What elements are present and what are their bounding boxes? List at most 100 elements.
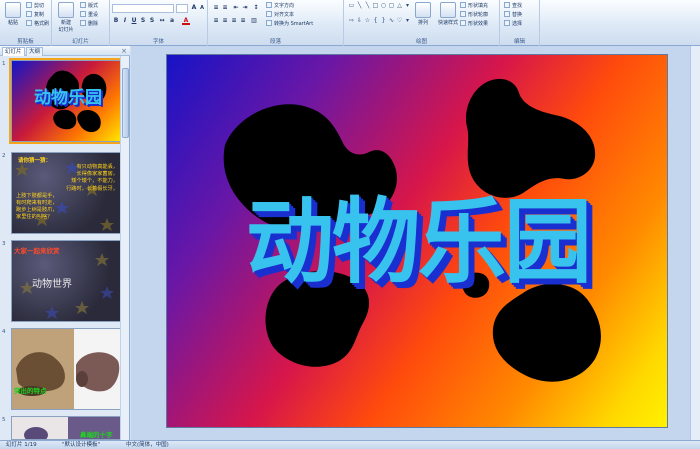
- arrange-button[interactable]: 排列: [412, 2, 434, 26]
- more-shapes-icon[interactable]: ▾: [404, 17, 411, 24]
- theme-name: "默认设计模板": [62, 442, 101, 448]
- scissors-icon: [26, 2, 32, 8]
- drawing-group: ▭ ╲ ╲ □ ○ ▢ △ ▾ ⇨ ⇩ ☆{} ∿ ♡ ▾ 排列 快速样式 形状填充 形状轮廓 形状效果…: [344, 0, 500, 46]
- language: 中文(简体，中国): [126, 442, 169, 448]
- columns-icon[interactable]: ▥: [250, 17, 258, 25]
- italic-button[interactable]: I: [121, 17, 129, 25]
- slide-thumbnail-3[interactable]: 大家一起来欣赏 动物世界: [11, 240, 121, 322]
- slide-number: 4: [2, 329, 6, 335]
- star-shape-icon[interactable]: ☆: [364, 17, 371, 24]
- text-box-shape-icon[interactable]: ▭: [348, 2, 355, 9]
- layout-icon: [80, 2, 86, 8]
- slide-thumbnail-5[interactable]: 鼻端的十字: [11, 416, 121, 440]
- layout-button[interactable]: 版式: [80, 2, 98, 10]
- rect-shape-icon[interactable]: □: [372, 2, 379, 9]
- grow-font-icon[interactable]: A: [190, 4, 198, 12]
- brush-icon: [26, 20, 32, 26]
- find-button[interactable]: 查找: [504, 2, 522, 10]
- align-text-icon: [266, 11, 272, 17]
- powerpoint-window: 粘贴 剪切 复制 格式刷 剪贴板 新建 幻灯片 版式 重设 删除 幻灯片 A A…: [0, 0, 700, 449]
- clipboard-label: 剪贴板: [17, 39, 34, 45]
- line-shape-icon[interactable]: ╲: [356, 2, 363, 9]
- riddle-line: 上肢下肢都是手，: [16, 192, 58, 199]
- brace-shape-icon[interactable]: {: [372, 17, 379, 24]
- replace-button[interactable]: 替换: [504, 11, 522, 19]
- align-right-icon[interactable]: ≡: [230, 17, 238, 25]
- oval-shape-icon[interactable]: ○: [380, 2, 387, 9]
- font-name-combo[interactable]: [112, 4, 174, 13]
- line-shape-icon[interactable]: ╲: [364, 2, 371, 9]
- fill-bucket-icon: [460, 2, 466, 8]
- heart-shape-icon[interactable]: ♡: [396, 17, 403, 24]
- curve-shape-icon[interactable]: ∿: [388, 17, 395, 24]
- slide-title[interactable]: 动物乐园: [167, 168, 667, 301]
- shadow-button[interactable]: S: [148, 17, 156, 25]
- align-center-icon[interactable]: ≡: [221, 17, 229, 25]
- shape-effects-button[interactable]: 形状效果: [460, 20, 488, 28]
- arrow-shape-icon[interactable]: ⇨: [348, 17, 355, 24]
- strikethrough-button[interactable]: S: [139, 17, 147, 25]
- select-button[interactable]: 选择: [504, 20, 522, 28]
- thumb-caption: 突出的特点: [14, 387, 47, 395]
- justify-icon[interactable]: ≡: [239, 17, 247, 25]
- underline-button[interactable]: U: [130, 17, 138, 25]
- rounded-rect-shape-icon[interactable]: ▢: [388, 2, 395, 9]
- arrow-shape-icon[interactable]: ⇩: [356, 17, 363, 24]
- triangle-shape-icon[interactable]: △: [396, 2, 403, 9]
- slide-count: 幻灯片 1/19: [6, 442, 37, 448]
- riddle-line: 行路时，长着假长牙，: [66, 185, 118, 192]
- scroll-thumb[interactable]: [122, 68, 129, 138]
- slides-label: 幻灯片: [72, 39, 89, 45]
- format-painter-button[interactable]: 格式刷: [26, 20, 49, 28]
- slide-scrollbar[interactable]: [690, 46, 700, 440]
- close-icon[interactable]: ×: [121, 47, 127, 55]
- more-shapes-icon[interactable]: ▾: [404, 2, 411, 9]
- align-left-icon[interactable]: ≡: [212, 17, 220, 25]
- font-label: 字体: [152, 39, 164, 45]
- cut-button[interactable]: 剪切: [26, 2, 44, 10]
- current-slide[interactable]: 动物乐园: [166, 54, 668, 428]
- reset-button[interactable]: 重设: [80, 11, 98, 19]
- slide-thumbnail-4[interactable]: 突出的特点: [11, 328, 121, 410]
- panel-scrollbar[interactable]: [120, 56, 129, 440]
- align-text-button[interactable]: 对齐文本: [266, 11, 294, 19]
- shrink-font-icon[interactable]: A: [198, 4, 206, 12]
- slide-thumbnail-1[interactable]: 动物乐园: [9, 58, 123, 144]
- clipboard-group: 粘贴 剪切 复制 格式刷 剪贴板: [0, 0, 52, 46]
- thumb-title: 动物乐园: [34, 88, 102, 108]
- copy-button[interactable]: 复制: [26, 11, 44, 19]
- shapes-gallery[interactable]: ▭ ╲ ╲ □ ○ ▢ △ ▾ ⇨ ⇩ ☆{} ∿ ♡ ▾: [348, 2, 411, 30]
- paste-button[interactable]: 粘贴: [2, 2, 24, 26]
- increase-indent-icon[interactable]: ⇥: [241, 4, 249, 12]
- delete-slide-button[interactable]: 删除: [80, 20, 98, 28]
- decrease-indent-icon[interactable]: ⇤: [232, 4, 240, 12]
- numbering-icon[interactable]: ≡: [221, 4, 229, 12]
- riddle-line: 家里住的叫啥？: [16, 214, 53, 221]
- drawing-label: 绘图: [415, 39, 427, 45]
- riddle-lines: 有只动物真能丢， 长得像家家菌房， 矮个矮个，不能力， 行路时，长着假长牙， 上…: [16, 164, 118, 222]
- new-slide-button[interactable]: 新建 幻灯片: [54, 2, 78, 33]
- paragraph-group: ≡ ≡ ⇤ ⇥ ↕ ≡ ≡ ≡ ≡ ▥ 文字方向 对齐文本 转换为 SmartA…: [208, 0, 344, 46]
- panel-tabs: 幻灯片 大纲 ×: [0, 46, 130, 56]
- char-spacing-icon[interactable]: ↔: [158, 17, 166, 25]
- shape-outline-button[interactable]: 形状轮廓: [460, 11, 488, 19]
- slide-thumbnail-2[interactable]: 请你猜一猜： 有只动物真能丢， 长得像家家菌房， 矮个矮个，不能力， 行路时，长…: [11, 152, 121, 234]
- font-color-icon[interactable]: A: [182, 17, 190, 25]
- bold-button[interactable]: B: [112, 17, 120, 25]
- smartart-button[interactable]: 转换为 SmartArt: [266, 20, 313, 28]
- riddle-heading: 请你猜一猜：: [18, 158, 52, 164]
- thumb-caption: 鼻端的十字: [80, 431, 113, 439]
- hippo-photo-icon: [12, 329, 120, 409]
- tab-outline[interactable]: 大纲: [26, 47, 44, 56]
- shape-fill-button[interactable]: 形状填充: [460, 2, 488, 10]
- text-direction-button[interactable]: 文字方向: [266, 2, 294, 10]
- new-slide-icon: [58, 2, 74, 18]
- quick-styles-button[interactable]: 快速样式: [436, 2, 460, 26]
- brace-shape-icon[interactable]: }: [380, 17, 387, 24]
- line-spacing-icon[interactable]: ↕: [252, 4, 260, 12]
- bullets-icon[interactable]: ≡: [212, 4, 220, 12]
- font-size-combo[interactable]: [176, 4, 188, 13]
- thumb-title: 动物世界: [32, 279, 72, 290]
- tab-slides[interactable]: 幻灯片: [2, 47, 25, 56]
- change-case-icon[interactable]: a: [168, 17, 176, 25]
